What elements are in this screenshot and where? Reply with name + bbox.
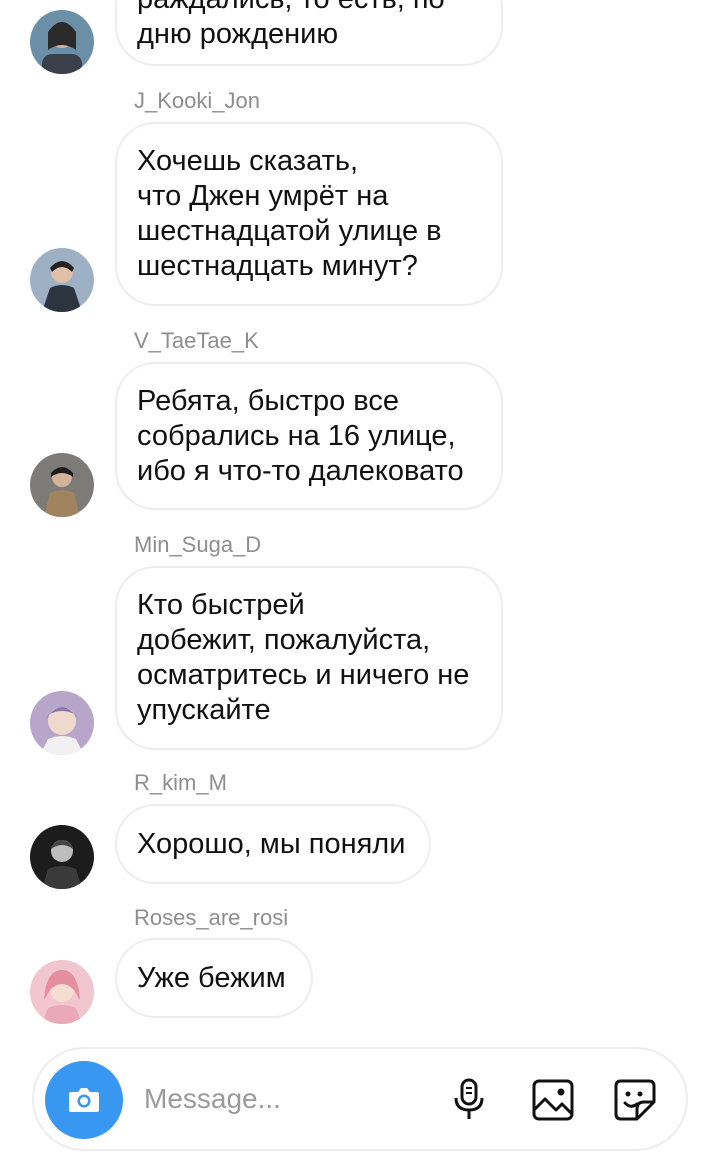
sender-name: Roses_are_rosi [134,905,289,930]
message-line: Уже бежим [137,961,286,994]
sender-name: R_kim_M [134,770,227,795]
message-line: Кто быстрей [137,589,305,621]
message-line: упускайте [137,694,271,726]
message-bubble[interactable]: Хорошо, мы поняли [115,804,431,884]
message-line: Ребята, быстро все [137,384,400,417]
message-line: Хорошо, мы поняли [137,827,406,860]
message-bubble[interactable]: Уже бежим [115,938,313,1018]
microphone-icon [454,1078,484,1119]
avatar[interactable] [30,248,94,312]
message-bubble[interactable]: раждались, то есть, по дню рождению [115,0,503,66]
sender-name: Min_Suga_D [134,532,262,557]
sender-name: V_TaeTae_K [134,328,259,353]
avatar[interactable] [30,825,94,889]
chat-thread: раждались, то есть, по дню рождению J_Ko… [0,0,720,1040]
message-line: собрались на 16 улице, [137,419,456,452]
message-line: осматритесь и ничего не [137,659,470,691]
camera-icon [69,1088,99,1112]
message-line: что Джен умрёт на [137,180,389,212]
message-composer [32,1047,688,1151]
camera-button[interactable] [45,1061,123,1139]
sticker-icon [614,1079,656,1121]
sender-name: J_Kooki_Jon [134,88,260,113]
message-line: шестнадцать минут? [137,250,418,282]
sticker-button[interactable] [612,1077,658,1123]
message-line: шестнадцатой улице в [137,215,442,247]
message-bubble[interactable]: Ребята, быстро все собрались на 16 улице… [115,362,503,510]
avatar[interactable] [30,960,94,1024]
message-bubble[interactable]: Кто быстрей добежит, пожалуйста, осматри… [115,566,503,750]
message-line: дню рождению [137,18,339,50]
avatar[interactable] [30,453,94,517]
avatar[interactable] [30,691,94,755]
message-bubble[interactable]: Хочешь сказать, что Джен умрёт на шестна… [115,122,503,306]
avatar[interactable] [30,10,94,74]
message-line: ибо я что-то далековато [137,454,464,487]
message-line: Хочешь сказать, [137,145,359,177]
message-input[interactable] [144,1079,424,1119]
gallery-icon [532,1079,574,1121]
microphone-button[interactable] [446,1077,492,1123]
gallery-button[interactable] [530,1077,576,1123]
message-line: добежит, пожалуйста, [137,624,431,656]
message-line: раждались, то есть, по [137,0,481,17]
